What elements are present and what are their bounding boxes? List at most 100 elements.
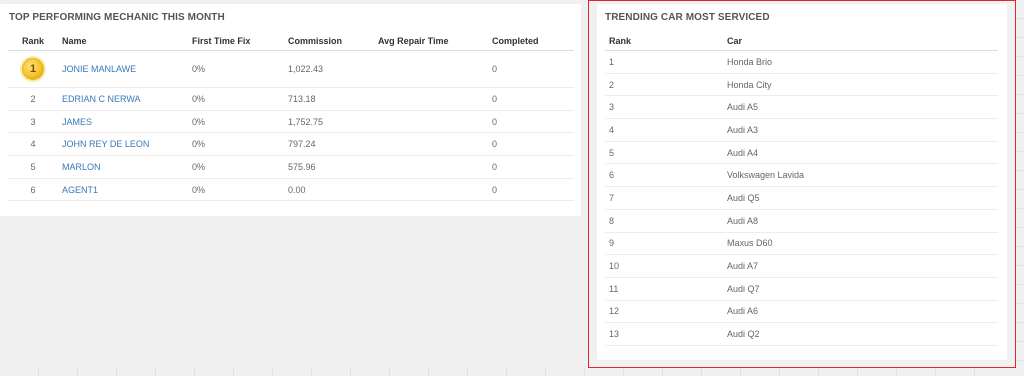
rank-cell: 13 (605, 322, 723, 346)
table-row: 11 Audi Q7 (605, 277, 998, 301)
mechanic-link[interactable]: JOHN REY DE LEON (62, 139, 149, 149)
car-cell: Audi A7 (723, 254, 998, 278)
table-row: 12 Audi A6 (605, 300, 998, 324)
name-cell: EDRIAN C NERWA (58, 87, 188, 111)
first-time-fix-cell: 0% (188, 132, 284, 157)
trending-car-title: TRENDING CAR MOST SERVICED (605, 12, 770, 23)
trending-car-panel: TRENDING CAR MOST SERVICED Rank Car 1 Hon… (597, 4, 1007, 360)
table-row: 13 Audi Q2 (605, 322, 998, 346)
rank-cell: 1 (8, 50, 58, 88)
name-cell: JAMES (58, 110, 188, 134)
first-time-fix-cell: 0% (188, 110, 284, 134)
rank-cell: 12 (605, 300, 723, 324)
rank-cell: 4 (605, 118, 723, 142)
gold-medal-icon: 1 (22, 58, 44, 80)
table-header-row: Rank Name First Time Fix Commission Avg … (8, 31, 574, 51)
rank-cell: 11 (605, 277, 723, 301)
avg-repair-time-cell (374, 87, 488, 111)
car-cell: Audi Q5 (723, 186, 998, 210)
top-mechanic-panel: TOP PERFORMING MECHANIC THIS MONTH Rank … (0, 4, 581, 216)
table-row: 8 Audi A8 (605, 209, 998, 233)
table-row: 10 Audi A7 (605, 254, 998, 278)
table-row: 6 Volkswagen Lavida (605, 163, 998, 188)
rank-cell: 8 (605, 209, 723, 233)
rank-cell: 5 (605, 141, 723, 165)
rank-cell: 5 (8, 155, 58, 179)
commission-cell: 575.96 (284, 155, 374, 179)
commission-cell: 713.18 (284, 87, 374, 111)
col-header-completed: Completed (488, 31, 574, 51)
car-cell: Volkswagen Lavida (723, 163, 998, 188)
car-cell: Audi A4 (723, 141, 998, 165)
avg-repair-time-cell (374, 132, 488, 157)
completed-cell: 0 (488, 132, 574, 157)
car-cell: Audi A6 (723, 300, 998, 324)
first-time-fix-cell: 0% (188, 87, 284, 111)
mechanic-link[interactable]: JONIE MANLAWE (62, 64, 136, 74)
commission-cell: 1,752.75 (284, 110, 374, 134)
completed-cell: 0 (488, 87, 574, 111)
table-header-row: Rank Car (605, 31, 998, 51)
rank-cell: 3 (8, 110, 58, 134)
top-mechanic-title: TOP PERFORMING MECHANIC THIS MONTH (9, 12, 225, 23)
avg-repair-time-cell (374, 178, 488, 202)
car-cell: Audi A3 (723, 118, 998, 142)
completed-cell: 0 (488, 110, 574, 134)
mechanic-link[interactable]: JAMES (62, 117, 92, 127)
table-row: 4 JOHN REY DE LEON 0% 797.24 0 (8, 132, 574, 157)
rank-cell: 2 (8, 87, 58, 111)
col-header-first-time-fix: First Time Fix (188, 31, 284, 51)
car-cell: Audi A5 (723, 95, 998, 120)
commission-cell: 797.24 (284, 132, 374, 157)
table-row: 1 Honda Brio (605, 50, 998, 74)
col-header-avg-repair-time: Avg Repair Time (374, 31, 488, 51)
table-row: 4 Audi A3 (605, 118, 998, 142)
background-grid (0, 368, 1024, 376)
table-row: 5 MARLON 0% 575.96 0 (8, 155, 574, 179)
rank-cell: 9 (605, 232, 723, 256)
rank-cell: 7 (605, 186, 723, 210)
name-cell: JOHN REY DE LEON (58, 132, 188, 157)
mechanic-link[interactable]: EDRIAN C NERWA (62, 94, 141, 104)
rank-cell: 4 (8, 132, 58, 157)
rank-cell: 6 (8, 178, 58, 202)
name-cell: MARLON (58, 155, 188, 179)
col-header-rank: Rank (8, 31, 58, 51)
commission-cell: 1,022.43 (284, 50, 374, 88)
dashboard-page: TOP PERFORMING MECHANIC THIS MONTH Rank … (0, 0, 1024, 376)
mechanic-link[interactable]: MARLON (62, 162, 101, 172)
table-row: 1 JONIE MANLAWE 0% 1,022.43 0 (8, 50, 574, 88)
rank-cell: 6 (605, 163, 723, 188)
first-time-fix-cell: 0% (188, 50, 284, 88)
car-cell: Audi Q2 (723, 322, 998, 346)
rank-cell: 3 (605, 95, 723, 120)
col-header-name: Name (58, 31, 188, 51)
trending-car-table: Rank Car 1 Honda Brio 2 Honda City 3 Audi A5 4… (605, 31, 998, 346)
car-cell: Honda City (723, 73, 998, 97)
col-header-commission: Commission (284, 31, 374, 51)
first-time-fix-cell: 0% (188, 178, 284, 202)
rank-cell: 1 (605, 50, 723, 74)
car-cell: Audi Q7 (723, 277, 998, 301)
completed-cell: 0 (488, 155, 574, 179)
avg-repair-time-cell (374, 110, 488, 134)
name-cell: AGENT1 (58, 178, 188, 202)
table-row: 6 AGENT1 0% 0.00 0 (8, 178, 574, 202)
top-mechanic-table: Rank Name First Time Fix Commission Avg … (8, 31, 574, 202)
mechanic-link[interactable]: AGENT1 (62, 185, 98, 195)
col-header-rank: Rank (605, 31, 723, 51)
table-row: 2 Honda City (605, 73, 998, 97)
rank-cell: 10 (605, 254, 723, 278)
table-row: 2 EDRIAN C NERWA 0% 713.18 0 (8, 87, 574, 111)
table-row: 3 JAMES 0% 1,752.75 0 (8, 110, 574, 134)
commission-cell: 0.00 (284, 178, 374, 202)
car-cell: Honda Brio (723, 50, 998, 74)
avg-repair-time-cell (374, 155, 488, 179)
first-time-fix-cell: 0% (188, 155, 284, 179)
table-row: 5 Audi A4 (605, 141, 998, 165)
table-row: 9 Maxus D60 (605, 232, 998, 256)
rank-cell: 2 (605, 73, 723, 97)
col-header-car: Car (723, 31, 998, 51)
table-row: 3 Audi A5 (605, 95, 998, 120)
completed-cell: 0 (488, 50, 574, 88)
